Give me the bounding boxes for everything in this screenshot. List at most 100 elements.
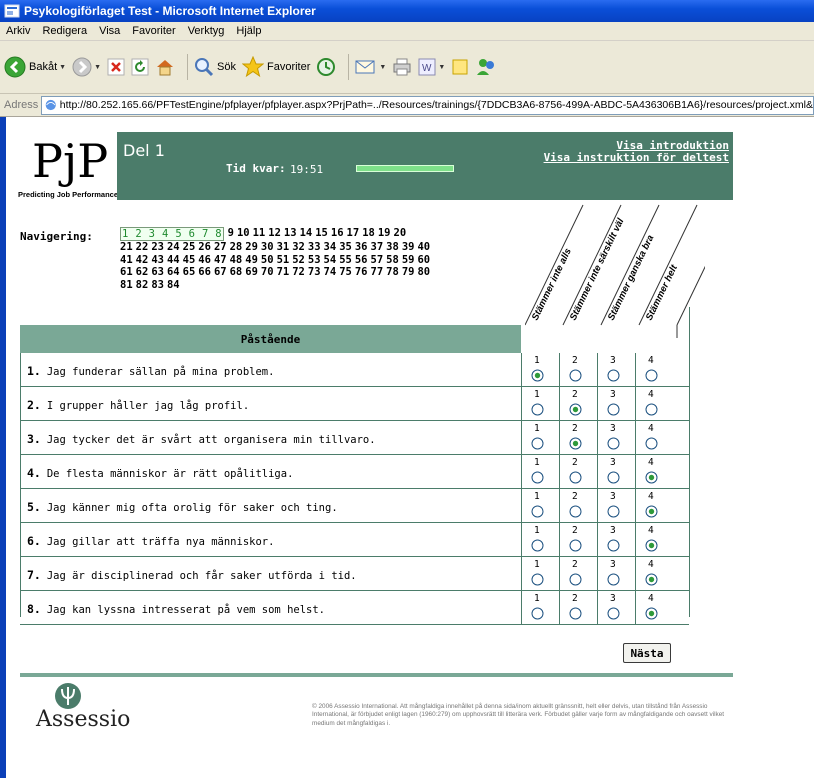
nav-item[interactable]: 34 bbox=[324, 241, 337, 253]
nav-item[interactable]: 35 bbox=[339, 241, 352, 253]
menu-favoriter[interactable]: Favoriter bbox=[132, 25, 175, 37]
radio-button-selected[interactable] bbox=[645, 505, 658, 521]
radio-button[interactable] bbox=[531, 607, 544, 623]
favorites-button[interactable]: Favoriter bbox=[241, 56, 310, 78]
nav-item[interactable]: 27 bbox=[214, 241, 227, 253]
nav-item[interactable]: 9 bbox=[228, 227, 234, 241]
radio-button[interactable] bbox=[607, 573, 620, 589]
nav-item[interactable]: 67 bbox=[214, 266, 227, 278]
nav-item[interactable]: 39 bbox=[402, 241, 415, 253]
nav-item[interactable]: 78 bbox=[386, 266, 399, 278]
nav-item[interactable]: 45 bbox=[183, 254, 196, 266]
radio-button[interactable] bbox=[569, 539, 582, 555]
radio-button[interactable] bbox=[531, 505, 544, 521]
nav-item[interactable]: 22 bbox=[136, 241, 149, 253]
nav-item[interactable]: 14 bbox=[300, 227, 313, 241]
nav-item[interactable]: 74 bbox=[324, 266, 337, 278]
messenger-button[interactable] bbox=[475, 57, 497, 77]
nav-item-answered[interactable]: 1 bbox=[122, 228, 128, 240]
nav-item[interactable]: 58 bbox=[386, 254, 399, 266]
nav-item[interactable]: 65 bbox=[183, 266, 196, 278]
nav-item[interactable]: 79 bbox=[402, 266, 415, 278]
radio-button[interactable] bbox=[531, 573, 544, 589]
nav-item[interactable]: 11 bbox=[253, 227, 266, 241]
nav-item[interactable]: 56 bbox=[355, 254, 368, 266]
nav-item[interactable]: 40 bbox=[417, 241, 430, 253]
nav-item[interactable]: 33 bbox=[308, 241, 321, 253]
nav-item[interactable]: 41 bbox=[120, 254, 133, 266]
nav-item[interactable]: 38 bbox=[386, 241, 399, 253]
nav-item[interactable]: 81 bbox=[120, 279, 133, 291]
history-button[interactable] bbox=[316, 57, 336, 77]
forward-dropdown-icon[interactable]: ▼ bbox=[94, 64, 101, 71]
nav-item[interactable]: 10 bbox=[237, 227, 250, 241]
nav-item[interactable]: 36 bbox=[355, 241, 368, 253]
nav-item[interactable]: 26 bbox=[198, 241, 211, 253]
show-instructions-link[interactable]: Visa instruktion för deltest bbox=[544, 151, 729, 164]
nav-item[interactable]: 12 bbox=[268, 227, 281, 241]
menu-arkiv[interactable]: Arkiv bbox=[6, 25, 30, 37]
nav-item[interactable]: 69 bbox=[245, 266, 258, 278]
nav-item[interactable]: 57 bbox=[371, 254, 384, 266]
nav-item[interactable]: 48 bbox=[230, 254, 243, 266]
refresh-button[interactable] bbox=[131, 58, 149, 76]
nav-item[interactable]: 75 bbox=[339, 266, 352, 278]
back-button[interactable]: Bakåt ▼ bbox=[4, 56, 66, 78]
nav-item[interactable]: 82 bbox=[136, 279, 149, 291]
radio-button[interactable] bbox=[607, 539, 620, 555]
radio-button-selected[interactable] bbox=[645, 471, 658, 487]
nav-item[interactable]: 17 bbox=[347, 227, 360, 241]
notes-button[interactable] bbox=[451, 58, 469, 76]
nav-item[interactable]: 84 bbox=[167, 279, 180, 291]
nav-item[interactable]: 23 bbox=[151, 241, 164, 253]
nav-item[interactable]: 30 bbox=[261, 241, 274, 253]
stop-button[interactable] bbox=[107, 58, 125, 76]
nav-item[interactable]: 44 bbox=[167, 254, 180, 266]
nav-item-answered[interactable]: 7 bbox=[202, 228, 208, 240]
radio-button[interactable] bbox=[645, 369, 658, 385]
nav-item[interactable]: 29 bbox=[245, 241, 258, 253]
nav-item[interactable]: 77 bbox=[371, 266, 384, 278]
radio-button[interactable] bbox=[569, 607, 582, 623]
mail-dropdown-icon[interactable]: ▼ bbox=[379, 64, 386, 71]
radio-button-selected[interactable] bbox=[569, 437, 582, 453]
nav-item[interactable]: 76 bbox=[355, 266, 368, 278]
nav-item[interactable]: 24 bbox=[167, 241, 180, 253]
nav-item[interactable]: 52 bbox=[292, 254, 305, 266]
menu-hjalp[interactable]: Hjälp bbox=[236, 25, 261, 37]
nav-item[interactable]: 37 bbox=[371, 241, 384, 253]
edit-button[interactable]: W ▼ bbox=[418, 58, 445, 76]
nav-item[interactable]: 15 bbox=[315, 227, 328, 241]
menu-verktyg[interactable]: Verktyg bbox=[188, 25, 225, 37]
nav-item[interactable]: 43 bbox=[151, 254, 164, 266]
radio-button[interactable] bbox=[607, 437, 620, 453]
radio-button[interactable] bbox=[607, 369, 620, 385]
menu-redigera[interactable]: Redigera bbox=[42, 25, 87, 37]
nav-item[interactable]: 68 bbox=[230, 266, 243, 278]
nav-item[interactable]: 70 bbox=[261, 266, 274, 278]
radio-button[interactable] bbox=[645, 403, 658, 419]
nav-item[interactable]: 13 bbox=[284, 227, 297, 241]
nav-item[interactable]: 71 bbox=[277, 266, 290, 278]
print-button[interactable] bbox=[392, 58, 412, 76]
radio-button-selected[interactable] bbox=[645, 607, 658, 623]
radio-button[interactable] bbox=[645, 437, 658, 453]
radio-button[interactable] bbox=[607, 505, 620, 521]
mail-button[interactable]: ▼ bbox=[355, 58, 386, 76]
nav-item[interactable]: 51 bbox=[277, 254, 290, 266]
search-button[interactable]: Sök bbox=[194, 57, 236, 77]
nav-item[interactable]: 42 bbox=[136, 254, 149, 266]
nav-item[interactable]: 50 bbox=[261, 254, 274, 266]
nav-item[interactable]: 62 bbox=[136, 266, 149, 278]
home-button[interactable] bbox=[155, 58, 175, 76]
radio-button[interactable] bbox=[569, 471, 582, 487]
nav-item-answered[interactable]: 6 bbox=[189, 228, 195, 240]
nav-item[interactable]: 54 bbox=[324, 254, 337, 266]
nav-item[interactable]: 49 bbox=[245, 254, 258, 266]
back-dropdown-icon[interactable]: ▼ bbox=[59, 64, 66, 71]
nav-item[interactable]: 55 bbox=[339, 254, 352, 266]
radio-button[interactable] bbox=[607, 471, 620, 487]
nav-item[interactable]: 16 bbox=[331, 227, 344, 241]
nav-item[interactable]: 72 bbox=[292, 266, 305, 278]
nav-item[interactable]: 73 bbox=[308, 266, 321, 278]
